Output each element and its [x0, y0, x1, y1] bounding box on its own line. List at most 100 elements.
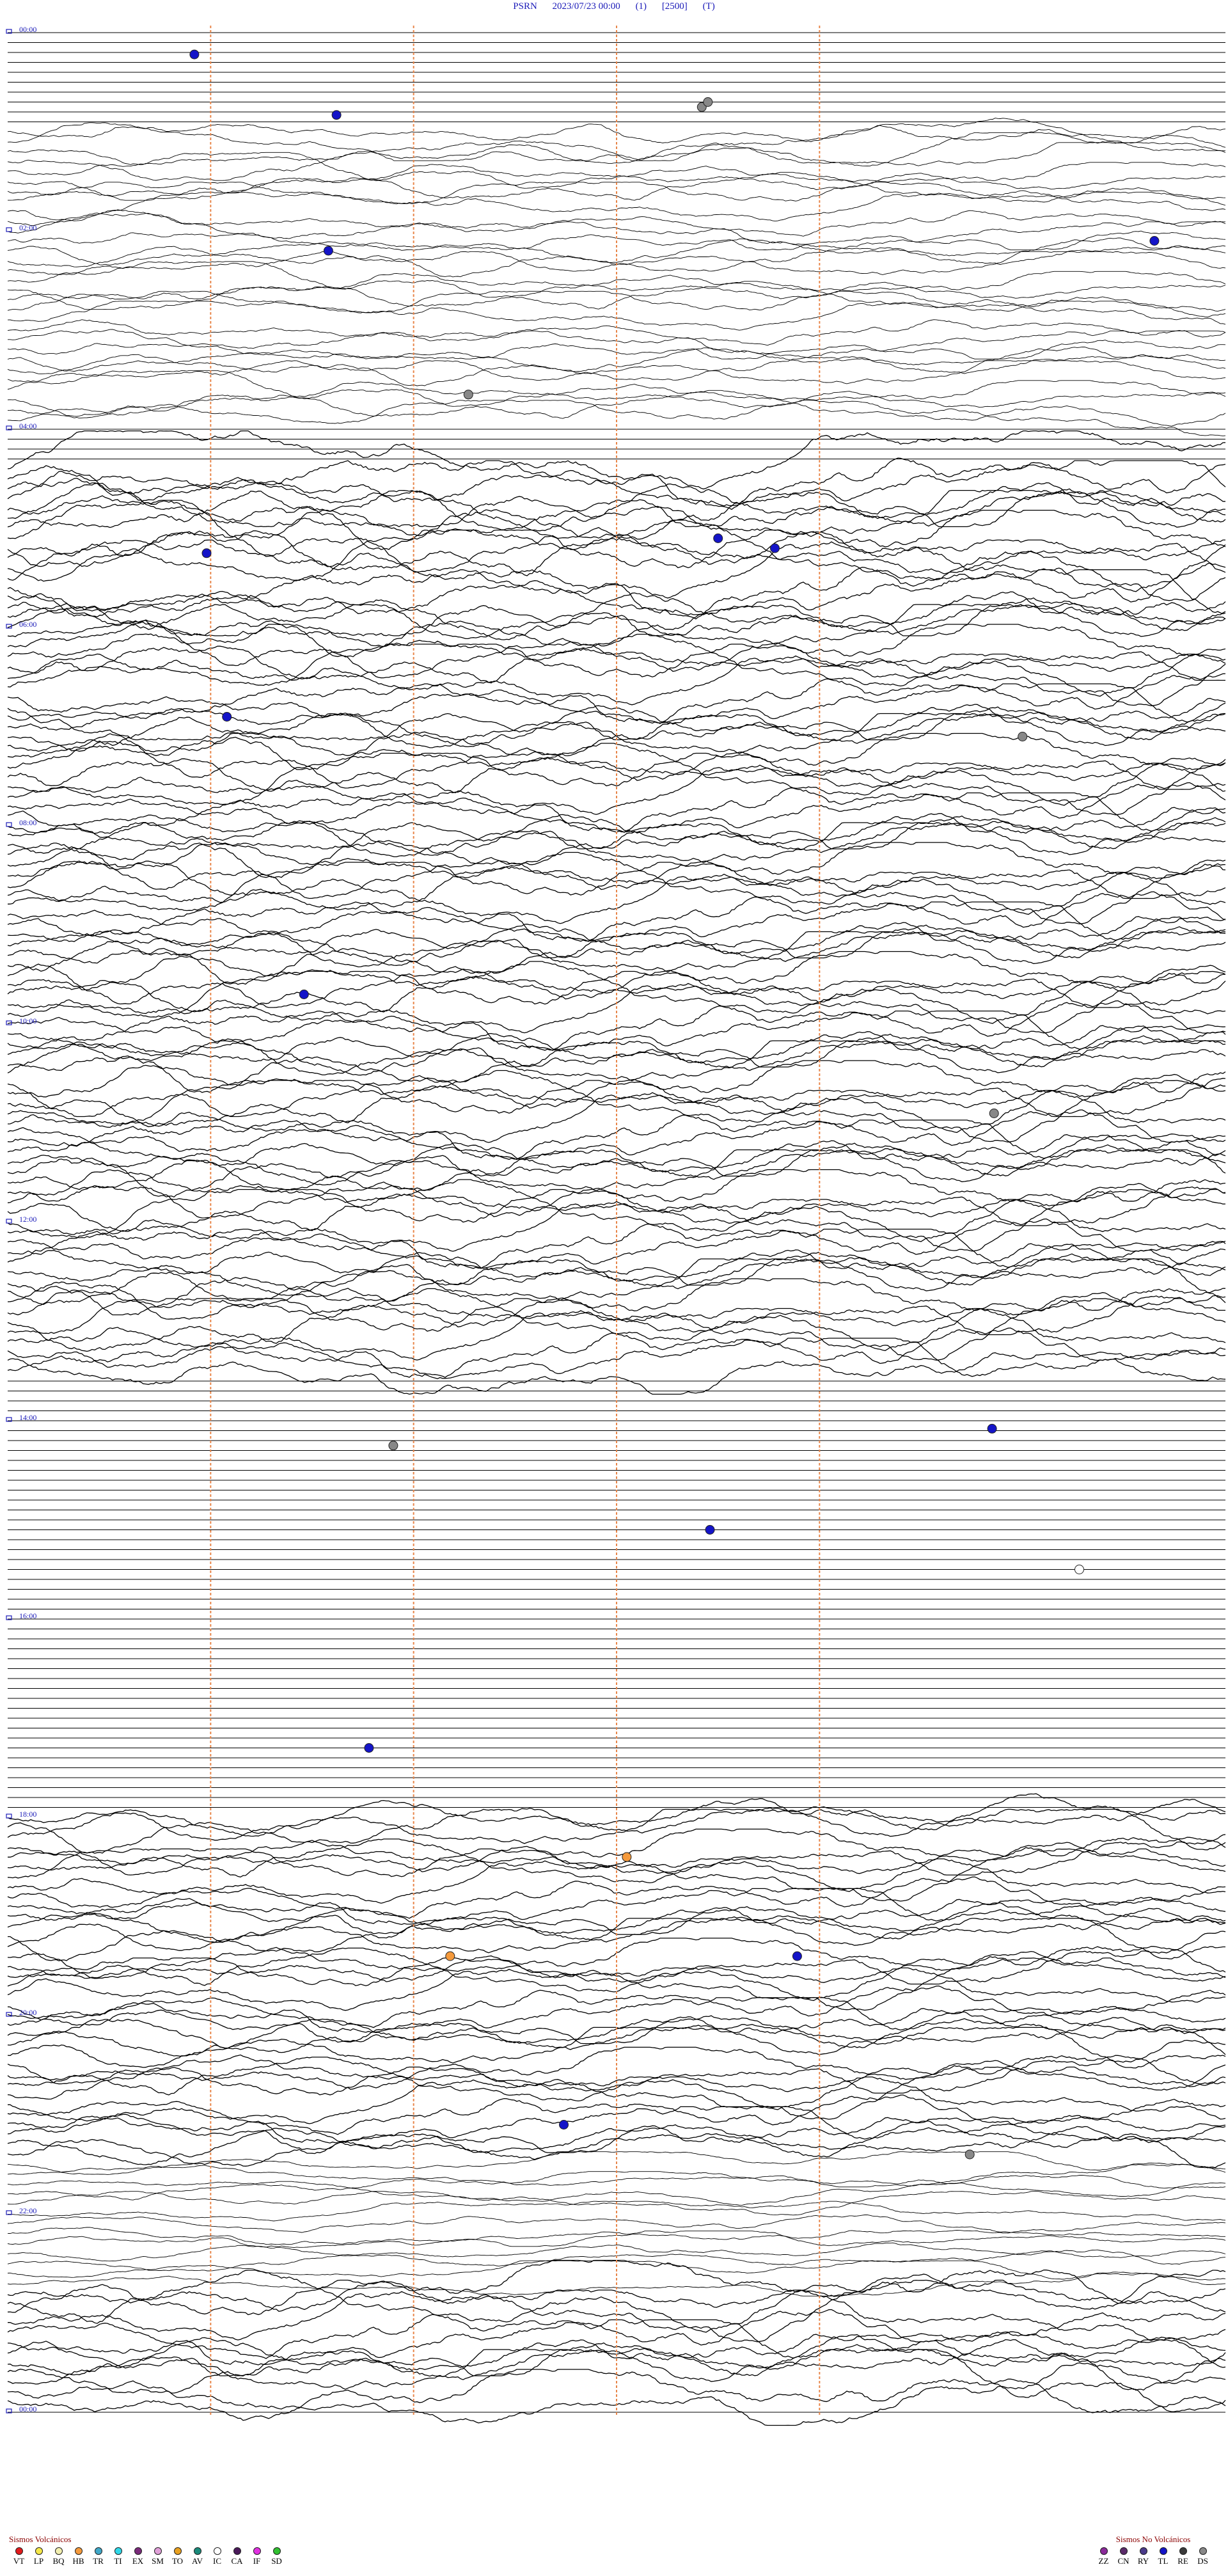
event-marker[interactable]: [622, 1852, 632, 1862]
event-marker[interactable]: [364, 1743, 374, 1753]
legend-swatch: [1099, 2547, 1108, 2555]
legend-code: SD: [271, 2556, 282, 2566]
legend-item: CN: [1114, 2547, 1133, 2566]
legend-code: TL: [1158, 2556, 1169, 2566]
legend-swatch: [154, 2547, 162, 2555]
legend-code: TR: [93, 2556, 104, 2566]
minute-grid: [210, 26, 821, 2415]
legend-swatch: [253, 2547, 261, 2555]
legend-swatch: [272, 2547, 281, 2555]
event-marker[interactable]: [987, 1423, 997, 1434]
legend-swatch: [193, 2547, 201, 2555]
event-marker[interactable]: [792, 1951, 802, 1961]
legend-code: LP: [33, 2556, 44, 2566]
trace-row: [7, 2312, 1226, 2376]
trace-row: [7, 122, 1226, 161]
legend-item: ZZ: [1094, 2547, 1114, 2566]
legend-volcanic: Sismos Volcánicos VT LP BQ HB TR TI EX SM TO AV IC…: [9, 2534, 287, 2566]
hour-label: 10:00: [19, 1016, 36, 1025]
hour-label: 06:00: [19, 620, 36, 629]
legend-swatch: [54, 2547, 63, 2555]
event-marker[interactable]: [463, 390, 473, 400]
legend-item: RE: [1173, 2547, 1193, 2566]
legend-item: HB: [68, 2547, 88, 2566]
event-marker[interactable]: [331, 110, 342, 120]
legend-swatch: [114, 2547, 122, 2555]
legend-item: BQ: [49, 2547, 68, 2566]
legend-item: DS: [1193, 2547, 1213, 2566]
legend-item: RY: [1133, 2547, 1153, 2566]
event-marker[interactable]: [713, 533, 723, 543]
seismogram-plot: 00:00 02:00 04:00 06:00 08:00 10:00 12:00 14:00…: [6, 25, 1226, 2426]
legend-code: IC: [213, 2556, 221, 2566]
trace-row: [7, 162, 1226, 201]
event-marker[interactable]: [222, 712, 232, 722]
trace-row: [7, 2259, 1226, 2312]
event-marker[interactable]: [388, 1441, 398, 1451]
legend-swatch: [94, 2547, 102, 2555]
trace-row: [7, 2260, 1226, 2285]
legend-item: VT: [9, 2547, 29, 2566]
hour-label: 02:00: [19, 223, 36, 232]
event-marker[interactable]: [989, 1109, 999, 1118]
legend-volcanic-items: VT LP BQ HB TR TI EX SM TO AV IC CA IF SD: [9, 2547, 287, 2566]
legend-item: CA: [227, 2547, 247, 2566]
event-marker[interactable]: [705, 1525, 715, 1535]
trace-row: [7, 261, 1226, 299]
legend-swatch: [1199, 2547, 1207, 2555]
legend-swatch: [35, 2547, 43, 2555]
hour-tick-mark: [6, 1813, 12, 1819]
event-marker[interactable]: [964, 2149, 975, 2160]
legend-code: AV: [191, 2556, 203, 2566]
legend-item: AV: [187, 2547, 207, 2566]
legend-volcanic-title: Sismos Volcánicos: [9, 2534, 72, 2544]
event-marker[interactable]: [201, 548, 212, 558]
legend-code: TI: [114, 2556, 122, 2566]
hour-label: 14:00: [19, 1413, 36, 1422]
legend-code: EX: [132, 2556, 144, 2566]
legend-nonvolcanic-title: Sismos No Volcánicos: [1115, 2534, 1191, 2544]
legend-code: CN: [1117, 2556, 1130, 2566]
legend-item: EX: [128, 2547, 148, 2566]
legend-code: CA: [231, 2556, 243, 2566]
legend-swatch: [134, 2547, 142, 2555]
event-marker[interactable]: [1018, 732, 1028, 741]
event-marker[interactable]: [323, 246, 333, 256]
legend-item: LP: [29, 2547, 49, 2566]
legend-swatch: [1179, 2547, 1187, 2555]
legend-code: ZZ: [1098, 2556, 1109, 2566]
legend-item: TO: [168, 2547, 187, 2566]
legend-code: SM: [152, 2556, 164, 2566]
legend-item: TI: [108, 2547, 128, 2566]
legend-swatch: [1139, 2547, 1147, 2555]
legend-item: TR: [88, 2547, 108, 2566]
trace-row: [7, 2339, 1226, 2394]
legend-swatch: [74, 2547, 83, 2555]
trace-row: [7, 604, 1226, 645]
legend-item: IF: [247, 2547, 267, 2566]
legend-code: RY: [1137, 2556, 1149, 2566]
legend-nonvolcanic-items: ZZ CN RY TL RE DS: [1094, 2547, 1213, 2566]
event-marker[interactable]: [703, 97, 713, 107]
legend-swatch: [233, 2547, 241, 2555]
event-marker[interactable]: [559, 2120, 569, 2130]
hour-tick-mark: [6, 822, 12, 827]
trace-row: [7, 1244, 1226, 1296]
legend-code: TO: [171, 2556, 184, 2566]
event-marker[interactable]: [1074, 1565, 1084, 1574]
legend-item: TL: [1153, 2547, 1173, 2566]
legend-swatch: [1119, 2547, 1128, 2555]
legend-code: RE: [1177, 2556, 1188, 2566]
trace-row: [7, 330, 1226, 355]
event-markers: [189, 49, 1160, 2160]
hour-label: 00:00: [19, 25, 36, 34]
event-marker[interactable]: [189, 49, 200, 59]
event-marker[interactable]: [299, 990, 309, 999]
hour-label: 04:00: [19, 422, 36, 431]
legend-code: VT: [13, 2556, 25, 2566]
event-marker[interactable]: [770, 543, 780, 553]
legend-swatch: [1159, 2547, 1167, 2555]
event-marker[interactable]: [1149, 236, 1160, 246]
hour-tick-mark: [6, 1219, 12, 1224]
event-marker[interactable]: [445, 1951, 455, 1961]
